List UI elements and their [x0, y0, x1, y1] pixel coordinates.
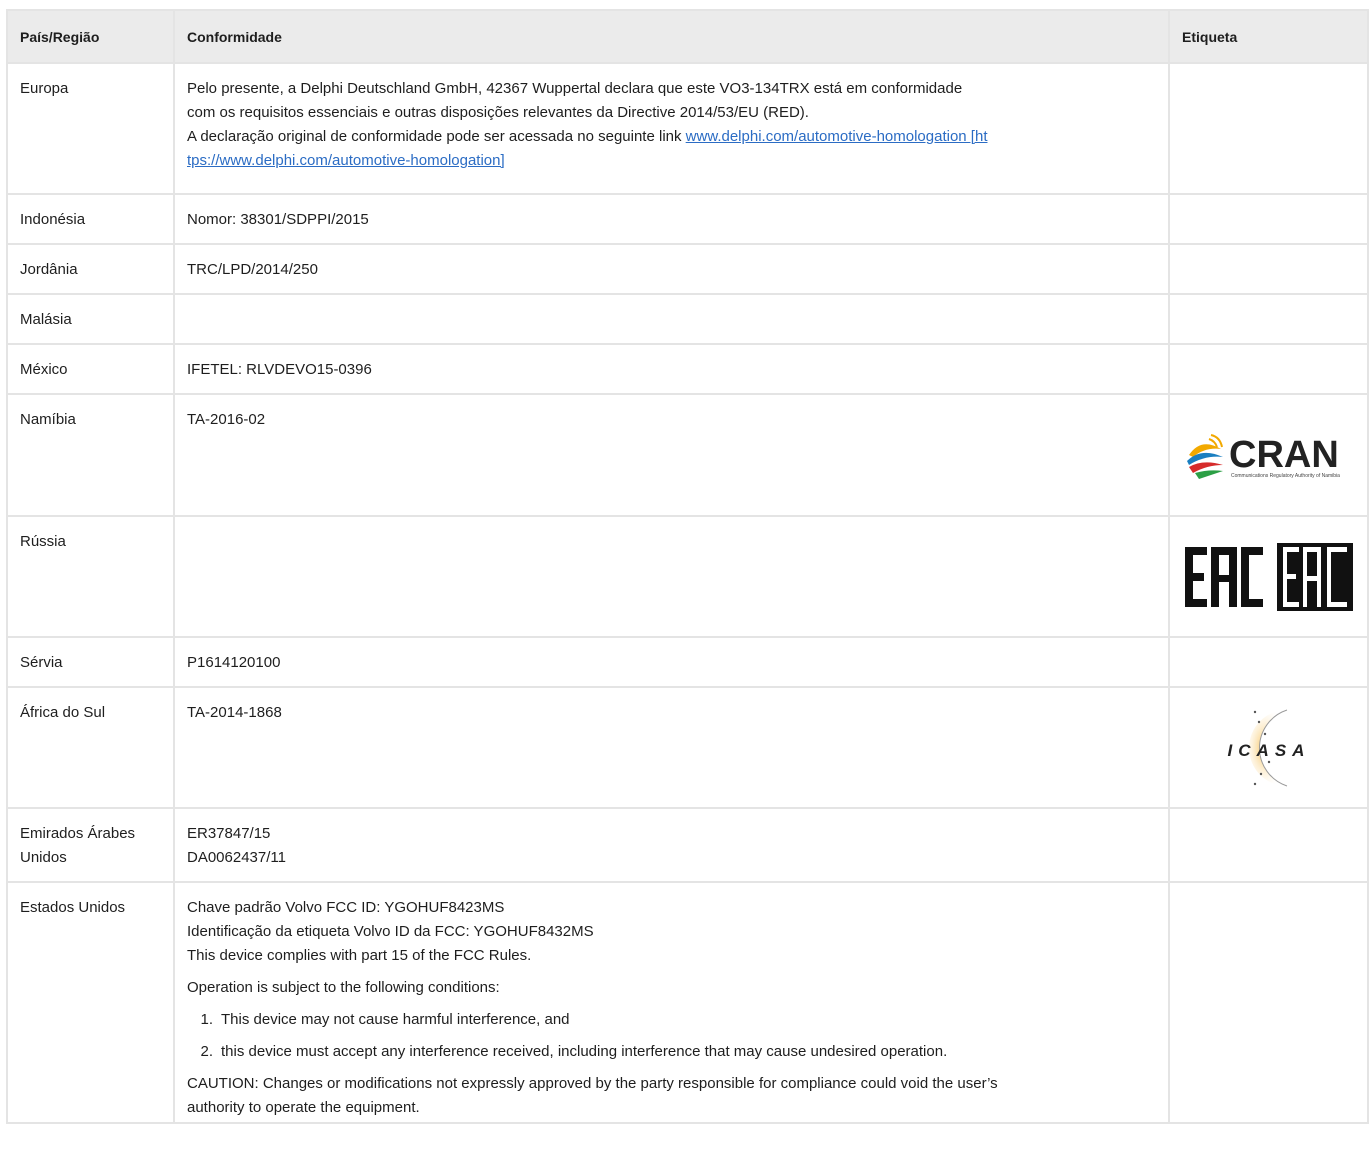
- table-row-namibia: Namíbia TA-2016-02 CRAN Communications R…: [6, 393, 1369, 517]
- usa-fcc-line3: This device complies with part 15 of the…: [187, 947, 532, 964]
- table-row-indonesia: Indonésia Nomor: 38301/SDPPI/2015: [6, 193, 1369, 245]
- country-cell: Jordânia: [6, 243, 175, 295]
- conformity-cell: TA-2016-02: [173, 393, 1170, 517]
- list-item-text: this device must accept any interference…: [221, 1043, 948, 1060]
- conformity-cell: Chave padrão Volvo FCC ID: YGOHUF8423MS …: [173, 881, 1170, 1124]
- label-cell: CRAN Communications Regulatory Authority…: [1168, 393, 1369, 517]
- usa-conditions-intro: Operation is subject to the following co…: [187, 979, 500, 996]
- list-item-text: This device may not cause harmful interf…: [221, 1011, 570, 1028]
- country-cell: Emirados Árabes Unidos: [6, 807, 175, 883]
- cran-logo: CRAN Communications Regulatory Authority…: [1186, 434, 1340, 479]
- conformity-cell: Pelo presente, a Delphi Deutschland GmbH…: [173, 62, 1170, 195]
- conformity-cell: [173, 515, 1170, 638]
- label-cell: [1168, 636, 1369, 688]
- europe-link-intro: A declaração original de conformidade po…: [187, 128, 686, 145]
- eac-plain-icon: [1184, 546, 1263, 607]
- conformity-cell: TA-2014-1868: [173, 686, 1170, 809]
- uae-country-line2: Unidos: [20, 849, 67, 866]
- table-header-row: País/Região Conformidade Etiqueta: [6, 9, 1369, 64]
- table-row-south-africa: África do Sul TA-2014-1868 ICASA: [6, 686, 1369, 809]
- conformity-cell: Nomor: 38301/SDPPI/2015: [173, 193, 1170, 245]
- country-cell: Europa: [6, 62, 175, 195]
- list-item: 1. This device may not cause harmful inte…: [187, 1008, 1156, 1032]
- conformity-cell: TRC/LPD/2014/250: [173, 243, 1170, 295]
- label-cell: [1168, 243, 1369, 295]
- country-cell: Estados Unidos: [6, 881, 175, 1124]
- cran-swoosh-icon: [1186, 434, 1223, 479]
- table-row-russia: Rússia: [6, 515, 1369, 638]
- usa-caution-line2: authority to operate the equipment.: [187, 1099, 420, 1116]
- table-row-serbia: Sérvia P1614120100: [6, 636, 1369, 688]
- country-cell: África do Sul: [6, 686, 175, 809]
- list-item: 2. this device must accept any interferen…: [187, 1040, 1156, 1064]
- conformity-cell: ER37847/15 DA0062437/11: [173, 807, 1170, 883]
- europe-declaration-line2: com os requisitos essenciais e outras di…: [187, 104, 809, 121]
- list-item-number: 2.: [200, 1043, 213, 1060]
- homologation-link-part2[interactable]: tps://www.delphi.com/automotive-homologa…: [187, 152, 505, 169]
- header-country: País/Região: [6, 9, 175, 64]
- table-row-malaysia: Malásia: [6, 293, 1369, 345]
- compliance-page: País/Região Conformidade Etiqueta Europa…: [0, 0, 1370, 1153]
- uae-country-line1: Emirados Árabes: [20, 825, 136, 842]
- label-cell: [1168, 515, 1369, 638]
- europe-declaration-line4: tps://www.delphi.com/automotive-homologa…: [187, 149, 1156, 173]
- conformity-cell: IFETEL: RLVDEVO15-0396: [173, 343, 1170, 395]
- label-cell: [1168, 881, 1369, 1124]
- table-row-europe: Europa Pelo presente, a Delphi Deutschla…: [6, 62, 1369, 195]
- label-cell: [1168, 293, 1369, 345]
- homologation-link-part1[interactable]: www.delphi.com/automotive-homologation […: [686, 128, 988, 145]
- country-cell: México: [6, 343, 175, 395]
- eac-mark-icon: [1184, 542, 1353, 611]
- header-conformity: Conformidade: [173, 9, 1170, 64]
- header-label: Etiqueta: [1168, 9, 1369, 64]
- country-cell: Malásia: [6, 293, 175, 345]
- table-row-jordan: Jordânia TRC/LPD/2014/250: [6, 243, 1369, 295]
- eac-boxed-icon: [1276, 542, 1353, 611]
- table-row-uae: Emirados Árabes Unidos ER37847/15 DA0062…: [6, 807, 1369, 883]
- europe-declaration-line1: Pelo presente, a Delphi Deutschland GmbH…: [187, 80, 963, 97]
- cran-logo-text: CRAN: [1229, 434, 1339, 476]
- country-cell: Indonésia: [6, 193, 175, 245]
- conformity-cell: [173, 293, 1170, 345]
- label-cell: [1168, 343, 1369, 395]
- table-row-usa: Estados Unidos Chave padrão Volvo FCC ID…: [6, 881, 1369, 1124]
- europe-declaration-line3: A declaração original de conformidade po…: [187, 125, 1156, 149]
- uae-value-line2: DA0062437/11: [187, 849, 286, 866]
- cran-logo-subtext: Communications Regulatory Authority of N…: [1231, 473, 1340, 479]
- country-cell: Rússia: [6, 515, 175, 638]
- table-row-mexico: México IFETEL: RLVDEVO15-0396: [6, 343, 1369, 395]
- label-cell: [1168, 807, 1369, 883]
- icasa-logo-text: ICASA: [1227, 741, 1310, 760]
- label-cell: [1168, 193, 1369, 245]
- usa-fcc-line2: Identificação da etiqueta Volvo ID da FC…: [187, 923, 594, 940]
- label-cell: ICASA: [1168, 686, 1369, 809]
- country-cell: Namíbia: [6, 393, 175, 517]
- uae-value-line1: ER37847/15: [187, 825, 271, 842]
- compliance-table: País/Região Conformidade Etiqueta Europa…: [6, 9, 1369, 1124]
- usa-caution-line1: CAUTION: Changes or modifications not ex…: [187, 1075, 998, 1092]
- country-cell: Sérvia: [6, 636, 175, 688]
- usa-fcc-line1: Chave padrão Volvo FCC ID: YGOHUF8423MS: [187, 899, 505, 916]
- conformity-cell: P1614120100: [173, 636, 1170, 688]
- list-item-number: 1.: [200, 1011, 213, 1028]
- icasa-logo: ICASA: [1227, 709, 1310, 786]
- label-cell: [1168, 62, 1369, 195]
